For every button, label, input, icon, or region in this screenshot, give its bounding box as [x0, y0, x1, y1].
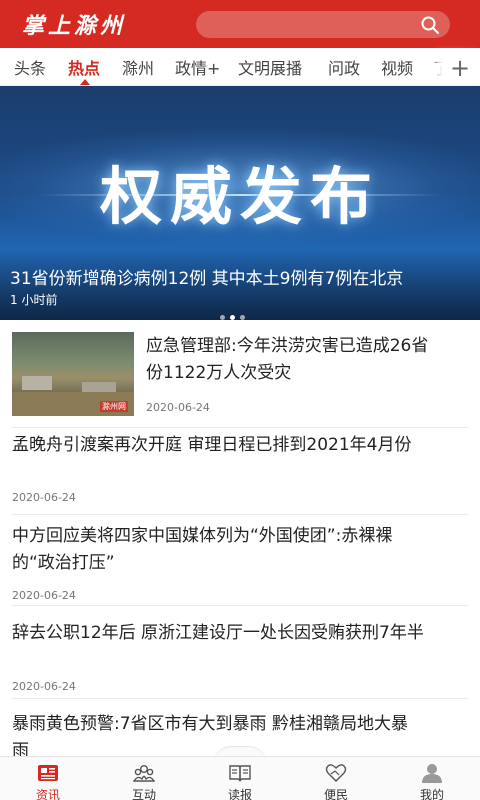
news-title[interactable]: 孟晚舟引渡案再次开庭 审理日程已排到2021年4月份	[12, 432, 411, 459]
book-icon[interactable]	[229, 763, 251, 783]
news-date: 2020-06-24	[12, 680, 76, 693]
carousel-dots	[220, 305, 250, 320]
bottom-navigation: 资讯 互动 读报 便民 我的	[0, 756, 480, 800]
active-tab-indicator	[80, 79, 90, 85]
banner-time: 1 小时前	[10, 293, 58, 307]
news-title-line: 份1122万人次受灾	[146, 363, 292, 383]
tab-headlines[interactable]: 头条	[14, 55, 46, 79]
tab-video[interactable]: 视频	[381, 55, 413, 79]
banner-image-text: 权威发布	[99, 160, 380, 233]
thumbnail-watermark: 滁州网	[100, 401, 128, 412]
nav-item-service[interactable]: 便民	[288, 757, 384, 800]
news-thumbnail[interactable]: 滁州网	[12, 332, 134, 416]
news-title-line: 中方回应美将四家中国媒体列为“外国使团”:赤裸裸	[12, 526, 393, 546]
nav-label: 我的	[419, 788, 444, 800]
news-date: 2020-06-24	[12, 589, 76, 602]
banner-title[interactable]: 31省份新增确诊病例12例 其中本土9例有7例在北京	[10, 264, 403, 289]
news-item[interactable]: 孟晚舟引渡案再次开庭 审理日程已排到2021年4月份 2020-06-24	[0, 428, 480, 516]
news-item[interactable]: 中方回应美将四家中国媒体列为“外国使团”:赤裸裸 的“政治打压” 2020-06…	[0, 515, 480, 605]
banner-carousel[interactable]: 权威发布 31省份新增确诊病例12例 其中本土9例有7例在北京 1 小时前	[0, 86, 480, 320]
news-title-line: 应急管理部:今年洪涝灾害已造成26省	[146, 336, 429, 356]
news-item[interactable]: 辞去公职12年后 原浙江建设厅一处长因受贿获刑7年半 2020-06-24	[0, 606, 480, 698]
news-title-line: 暴雨黄色预警:7省区市有大到暴雨 黔桂湘赣局地大暴	[12, 714, 408, 734]
user-icon[interactable]	[421, 763, 443, 783]
news-title-line: 辞去公职12年后 原浙江建设厅一处长因受贿获刑7年半	[12, 623, 424, 643]
search-icon[interactable]	[420, 15, 440, 35]
news-title-line: 的“政治打压”	[12, 553, 115, 573]
nav-item-news[interactable]: 资讯	[0, 757, 96, 800]
news-title[interactable]: 应急管理部:今年洪涝灾害已造成26省 份1122万人次受灾	[146, 333, 428, 387]
handshake-icon[interactable]	[325, 763, 347, 783]
category-tabs: 头条 热点 滁州 政情+ 文明展播 问政 视频 了	[0, 48, 480, 86]
plus-icon[interactable]: +	[450, 56, 470, 80]
nav-label: 资讯	[35, 788, 60, 800]
nav-label: 互动	[131, 788, 156, 800]
news-date: 2020-06-24	[12, 491, 76, 504]
news-title[interactable]: 中方回应美将四家中国媒体列为“外国使团”:赤裸裸 的“政治打压”	[12, 523, 392, 577]
thumbnail-roof	[22, 376, 52, 390]
nav-label: 读报	[227, 788, 252, 800]
news-title[interactable]: 辞去公职12年后 原浙江建设厅一处长因受贿获刑7年半	[12, 620, 424, 647]
app-header: 掌上滁州	[0, 0, 480, 48]
tab-chuzhou[interactable]: 滁州	[122, 55, 154, 79]
nav-label: 便民	[323, 788, 348, 800]
nav-item-interact[interactable]: 互动	[96, 757, 192, 800]
nav-item-mine[interactable]: 我的	[384, 757, 480, 800]
tab-politics[interactable]: 政情+	[175, 55, 220, 79]
news-item[interactable]: 滁州网 应急管理部:今年洪涝灾害已造成26省 份1122万人次受灾 2020-0…	[0, 320, 480, 428]
news-title-line: 孟晚舟引渡案再次开庭 审理日程已排到2021年4月份	[12, 435, 412, 455]
news-title-line: 雨	[12, 741, 29, 756]
news-date: 2020-06-24	[146, 401, 210, 414]
news-icon[interactable]	[37, 763, 59, 783]
tab-civilization[interactable]: 文明展播	[238, 55, 302, 79]
search-bar[interactable]	[196, 11, 450, 38]
tab-inquiry[interactable]: 问政	[328, 55, 360, 79]
app-logo: 掌上滁州	[22, 13, 127, 39]
people-icon[interactable]	[133, 763, 155, 783]
tab-more-button[interactable]: +	[442, 54, 480, 84]
tab-hot[interactable]: 热点	[68, 55, 100, 79]
news-title[interactable]: 暴雨黄色预警:7省区市有大到暴雨 黔桂湘赣局地大暴 雨	[12, 711, 408, 756]
nav-item-read-paper[interactable]: 读报	[192, 757, 288, 800]
